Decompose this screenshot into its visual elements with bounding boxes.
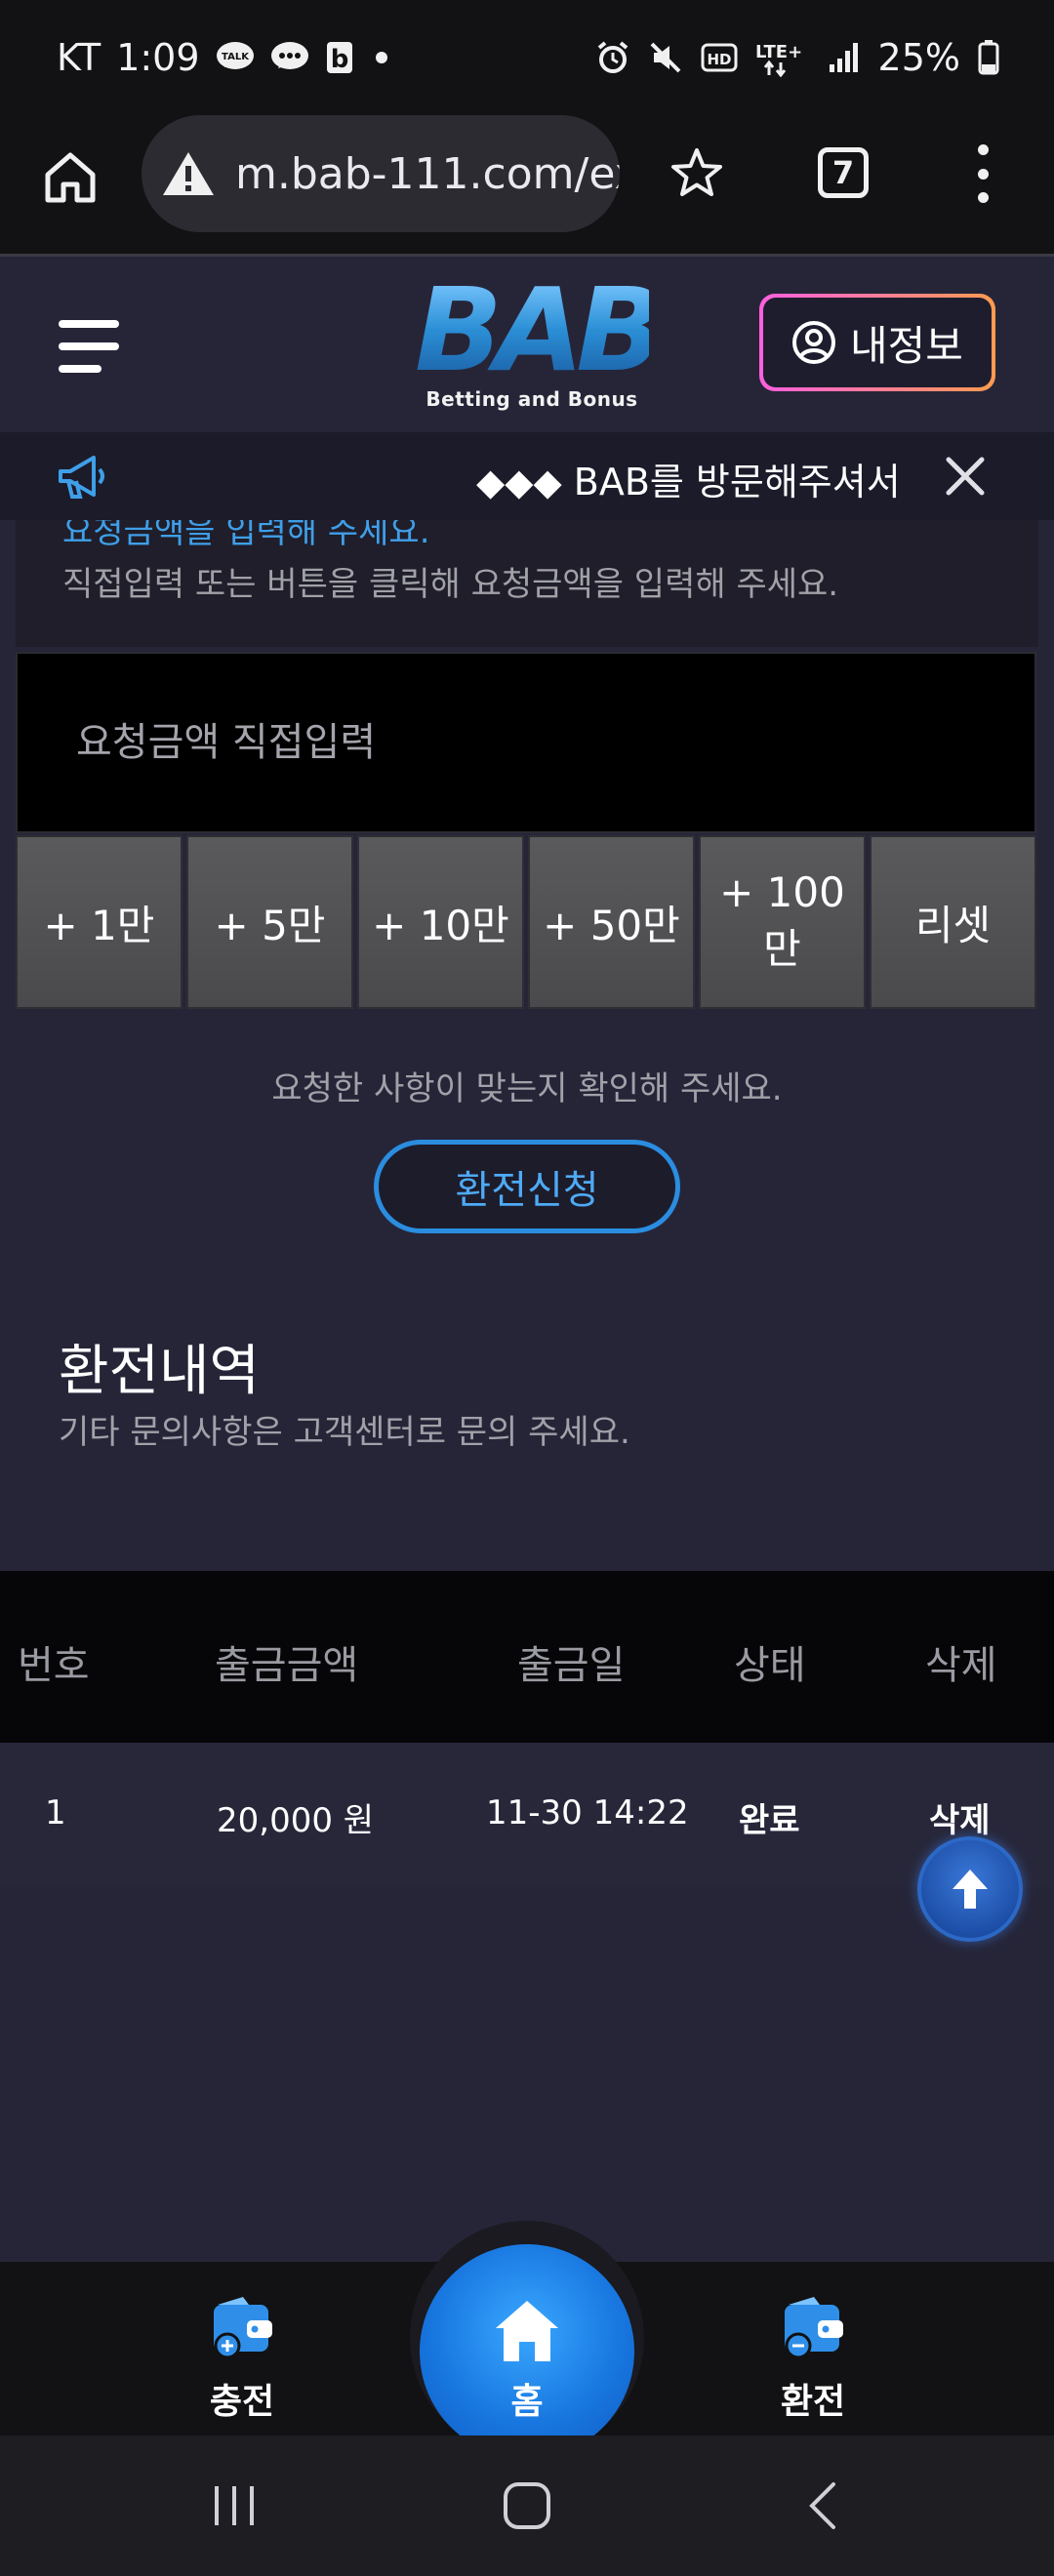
logo-text: BAB <box>415 262 664 397</box>
add-10k-button[interactable]: + 1만 <box>16 835 182 1009</box>
add-1m-button[interactable]: + 100만 <box>699 835 866 1009</box>
row-delete-button[interactable]: 삭제 <box>929 1793 991 1841</box>
exchange-apply-button[interactable]: 환전신청 <box>374 1140 680 1233</box>
amount-guide: 요청금액을 입력해 주세요. 직접입력 또는 버튼을 클릭해 요청금액을 입력해… <box>16 520 1038 647</box>
nav-exchange-label: 환전 <box>780 2382 846 2422</box>
guide-description: 직접입력 또는 버튼을 클릭해 요청금액을 입력해 주세요. <box>62 565 839 604</box>
system-back-icon[interactable] <box>798 2475 853 2537</box>
notice-bar: ◆◆◆ BAB를 방문해주셔서 감사 <box>0 432 1054 520</box>
kakaotalk-icon: TALK <box>216 41 255 74</box>
svg-text:LTE+: LTE+ <box>755 42 802 62</box>
wallet-plus-icon <box>214 2297 272 2359</box>
nav-home-label: 홈 <box>510 2382 544 2422</box>
mute-icon <box>648 40 683 75</box>
site-header: BAB Betting and Bonus 내정보 <box>0 257 1054 432</box>
confirm-text: 요청한 사항이 맞는지 확인해 주세요. <box>271 1069 783 1108</box>
notification-dot-icon <box>370 46 393 69</box>
nav-charge-label: 충전 <box>209 2382 275 2422</box>
reset-button[interactable]: 리셋 <box>870 835 1036 1009</box>
alarm-icon <box>595 40 630 75</box>
my-info-label: 내정보 <box>850 321 963 370</box>
row-date: 11-30 14:22 <box>486 1793 689 1832</box>
browser-toolbar: m.bab-111.com/ex 7 <box>0 115 1054 256</box>
close-icon[interactable] <box>943 454 988 499</box>
nav-home-button[interactable]: 홈 <box>420 2244 634 2459</box>
clock: 1:09 <box>116 36 200 79</box>
column-header: 출금금액 <box>215 1643 359 1688</box>
scroll-to-top-button[interactable] <box>917 1836 1023 1942</box>
table-row: 1 20,000 원 11-30 14:22 완료 삭제 <box>0 1743 1054 1887</box>
system-navigation-bar <box>0 2435 1054 2576</box>
logo-tagline: Betting and Bonus <box>426 387 638 411</box>
add-100k-button[interactable]: + 10만 <box>357 835 524 1009</box>
nav-exchange[interactable]: 환전 <box>754 2293 872 2424</box>
chat-bubble-icon <box>270 41 309 74</box>
browser-home-button[interactable] <box>35 142 105 213</box>
row-number: 1 <box>45 1793 66 1832</box>
b-app-icon: b <box>325 40 354 75</box>
notice-text: ◆◆◆ BAB를 방문해주셔서 감사 <box>476 461 906 503</box>
wallet-minus-icon <box>785 2297 843 2359</box>
bookmark-button[interactable] <box>662 139 732 209</box>
battery-percent: 25% <box>877 36 960 79</box>
row-status: 완료 <box>739 1801 800 1840</box>
signal-icon <box>828 41 861 74</box>
column-header: 출금일 <box>517 1643 626 1688</box>
nav-charge[interactable]: 충전 <box>183 2293 301 2424</box>
svg-text:HD: HD <box>707 51 731 68</box>
home-icon <box>496 2301 558 2361</box>
add-500k-button[interactable]: + 50만 <box>528 835 695 1009</box>
quick-amount-buttons: + 1만 + 5만 + 10만 + 50만 + 100만 리셋 <box>16 835 1036 1009</box>
svg-text:TALK: TALK <box>222 52 250 62</box>
battery-icon <box>978 40 999 75</box>
guide-heading: 요청금액을 입력해 주세요. <box>62 520 430 551</box>
tab-count: 7 <box>831 154 855 191</box>
recent-apps-icon[interactable] <box>207 2475 262 2537</box>
home-icon <box>45 152 96 203</box>
url-text[interactable]: m.bab-111.com/ex <box>235 149 620 199</box>
table-header: 번호 출금금액 출금일 상태 삭제 <box>0 1571 1054 1743</box>
tab-switcher-button[interactable]: 7 <box>818 147 869 198</box>
browser-menu-button[interactable] <box>968 144 997 203</box>
history-subtitle: 기타 문의사항은 고객센터로 문의 주세요. <box>59 1413 630 1452</box>
arrow-up-icon <box>953 1870 988 1909</box>
address-bar[interactable]: m.bab-111.com/ex <box>142 115 620 232</box>
system-home-icon[interactable] <box>498 2475 556 2537</box>
row-amount: 20,000 원 <box>217 1801 375 1840</box>
lte-icon: LTE+ <box>755 38 810 77</box>
column-header: 삭제 <box>925 1643 997 1688</box>
carrier-label: KT <box>57 36 101 79</box>
svg-text:b: b <box>330 45 348 74</box>
hamburger-menu-icon[interactable] <box>59 320 119 373</box>
star-icon <box>671 148 722 196</box>
my-info-button[interactable]: 내정보 <box>759 294 995 391</box>
history-title: 환전내역 <box>59 1340 261 1403</box>
column-header: 상태 <box>734 1643 806 1688</box>
site-logo[interactable]: BAB Betting and Bonus <box>415 262 664 423</box>
amount-input[interactable] <box>16 652 1036 833</box>
status-bar: KT 1:09 TALK b HD LTE+ 25% <box>0 0 1054 115</box>
user-circle-icon <box>792 321 836 364</box>
megaphone-icon <box>55 450 109 504</box>
warning-icon[interactable] <box>161 149 216 198</box>
column-header: 번호 <box>18 1643 90 1688</box>
add-50k-button[interactable]: + 5만 <box>186 835 353 1009</box>
hd-voice-icon: HD <box>701 43 738 72</box>
